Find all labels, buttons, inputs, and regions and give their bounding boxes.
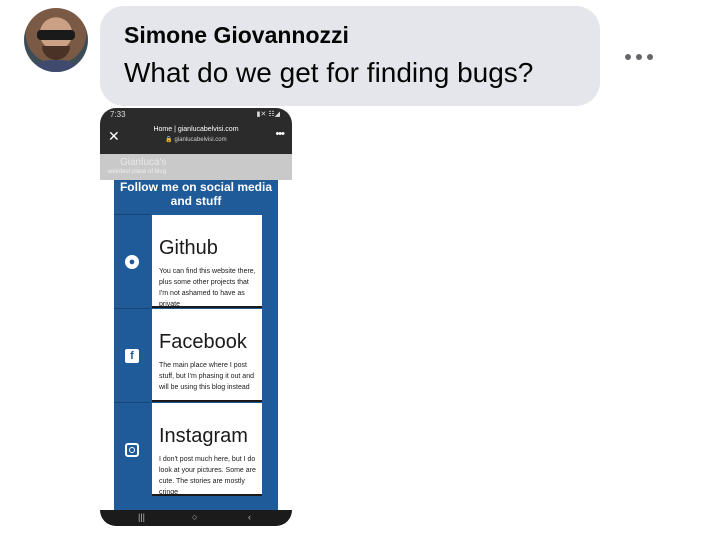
card-edge [264, 308, 278, 400]
card-title: Instagram [159, 425, 248, 447]
dot [625, 54, 631, 60]
card-body: Github You can find this website there, … [152, 215, 262, 308]
panel-title: Follow me on social media and stuff [119, 180, 273, 208]
phone-nav-bar: ||| ○ ‹ [100, 510, 292, 526]
card-icon-box [114, 402, 150, 495]
avatar-shirt [30, 60, 82, 72]
card-github: ● Github You can find this website there… [114, 214, 278, 308]
instagram-icon [125, 443, 139, 457]
card-title: Facebook [159, 331, 247, 353]
message-text: What do we get for finding bugs? [124, 57, 534, 88]
sender-name[interactable]: Simone Giovannozzi [124, 22, 576, 49]
phone-status-bar: 7:33 ▮✕ ☷◢ [100, 108, 292, 122]
menu-icon: ••• [275, 128, 285, 140]
page-url: 🔒 gianlucabelvisi.com [165, 137, 227, 143]
card-body: Facebook The main place where I post stu… [152, 309, 262, 402]
home-icon: ○ [192, 512, 198, 522]
card-instagram: Instagram I don't post much here, but I … [114, 402, 278, 496]
avatar[interactable] [24, 8, 88, 72]
dot [636, 54, 642, 60]
recent-apps-icon: ||| [138, 512, 146, 522]
more-options-icon[interactable] [625, 52, 653, 62]
back-icon: ‹ [248, 512, 251, 522]
card-icon-box: ● [114, 214, 150, 307]
browser-url-bar: ✕ Home | gianlucabelvisi.com 🔒 gianlucab… [100, 122, 292, 154]
card-body: Instagram I don't post much here, but I … [152, 403, 262, 496]
attached-screenshot[interactable]: 7:33 ▮✕ ☷◢ ✕ Home | gianlucabelvisi.com … [100, 108, 292, 526]
status-icons: ▮✕ ☷◢ [256, 111, 280, 118]
card-text: The main place where I post stuff, but I… [159, 362, 254, 391]
card-title: Github [159, 237, 218, 259]
facebook-icon: f [125, 349, 139, 363]
page-title: Home | gianlucabelvisi.com [153, 126, 239, 133]
card-text: I don't post much here, but I do look at… [159, 456, 256, 496]
card-text: You can find this website there, plus so… [159, 268, 256, 308]
message-bubble: Simone Giovannozzi What do we get for fi… [100, 6, 600, 106]
avatar-beard [42, 46, 70, 60]
github-icon: ● [125, 255, 139, 269]
site-brand: Gianluca's [120, 157, 167, 168]
card-edge [264, 214, 278, 306]
avatar-glasses [37, 30, 75, 40]
status-time: 7:33 [110, 110, 126, 119]
social-panel: Follow me on social media and stuff ● Gi… [114, 180, 278, 510]
site-tagline: weirdest place of blog [108, 169, 167, 175]
dot [647, 54, 653, 60]
card-edge [264, 402, 278, 494]
card-icon-box: f [114, 308, 150, 401]
site-header: Gianluca's weirdest place of blog [100, 154, 292, 180]
card-facebook: f Facebook The main place where I post s… [114, 308, 278, 402]
